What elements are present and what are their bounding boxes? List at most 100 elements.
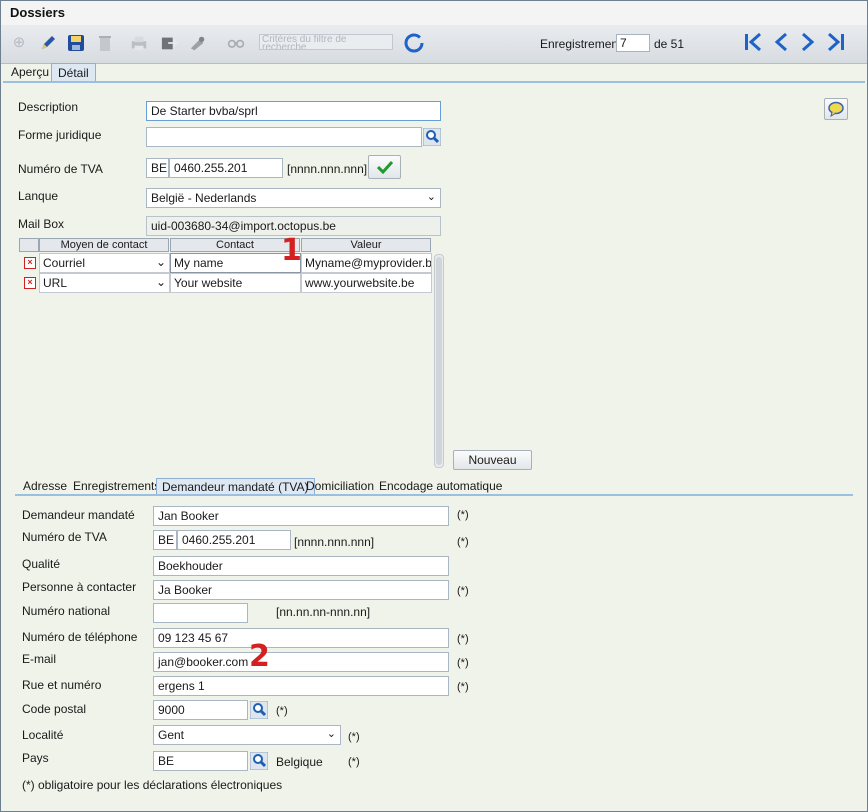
delete-icon[interactable] bbox=[96, 34, 114, 52]
required-mark: (*) bbox=[457, 633, 469, 645]
pays-label: Pays bbox=[22, 751, 49, 765]
required-mark: (*) bbox=[457, 509, 469, 521]
print-icon[interactable] bbox=[130, 34, 148, 52]
tab-encodage-automatique[interactable]: Encodage automatique bbox=[374, 478, 507, 494]
pays-input[interactable]: BE bbox=[153, 751, 248, 771]
cp-input[interactable]: 9000 bbox=[153, 700, 248, 720]
grid-header-moyen[interactable]: Moyen de contact bbox=[39, 238, 169, 252]
required-mark: (*) bbox=[348, 731, 360, 743]
chevron-down-icon: ⌄ bbox=[426, 191, 436, 203]
localite-value: Gent bbox=[158, 728, 185, 742]
save-icon[interactable] bbox=[67, 34, 85, 52]
annotation-two: 2 bbox=[249, 639, 270, 674]
next-record-icon[interactable] bbox=[798, 31, 818, 58]
search-icon[interactable] bbox=[249, 751, 269, 771]
grid-cell-value[interactable]: www.yourwebsite.be bbox=[301, 273, 432, 293]
mandate-tva-label: Numéro de TVA bbox=[22, 530, 107, 544]
last-record-icon[interactable] bbox=[825, 31, 849, 58]
grid-cell-value[interactable]: Myname@myprovider.be bbox=[301, 253, 432, 273]
required-mark: (*) bbox=[276, 705, 288, 717]
langue-label: Lanque bbox=[18, 189, 59, 203]
edit-pencil-icon[interactable] bbox=[39, 34, 57, 52]
mandate-tva-number-input[interactable]: 0460.255.201 bbox=[177, 530, 291, 550]
chevron-down-icon: ⌄ bbox=[155, 255, 166, 269]
rue-label: Rue et numéro bbox=[22, 678, 102, 692]
scrollbar-thumb[interactable] bbox=[436, 257, 442, 465]
nouveau-button[interactable]: Nouveau bbox=[453, 450, 532, 470]
tab-detail[interactable]: Détail bbox=[51, 63, 96, 81]
tel-input[interactable]: 09 123 45 67 bbox=[153, 628, 449, 648]
tab-demandeur-mandate[interactable]: Demandeur mandaté (TVA) bbox=[156, 478, 315, 494]
chevron-down-icon: ⌄ bbox=[155, 275, 166, 289]
required-mark: (*) bbox=[457, 681, 469, 693]
national-input[interactable] bbox=[153, 603, 248, 623]
export-icon[interactable] bbox=[161, 34, 179, 52]
required-mark: (*) bbox=[348, 756, 360, 768]
required-mark: (*) bbox=[457, 585, 469, 597]
checkmark-icon bbox=[376, 160, 393, 175]
chevron-down-icon: ⌄ bbox=[326, 728, 336, 740]
description-label: Description bbox=[18, 100, 79, 114]
chat-button[interactable] bbox=[824, 98, 848, 120]
record-label: Enregistrement bbox=[540, 37, 622, 51]
grid-cell-type[interactable]: Courriel ⌄ bbox=[39, 253, 170, 273]
search-icon[interactable] bbox=[422, 127, 442, 147]
tab-adresse[interactable]: Adresse bbox=[18, 478, 72, 494]
tab-domiciliation[interactable]: Domiciliation bbox=[301, 478, 379, 494]
tva-number-input[interactable]: 0460.255.201 bbox=[169, 158, 283, 178]
personne-input[interactable]: Ja Booker bbox=[153, 580, 449, 600]
qualite-label: Qualité bbox=[22, 557, 61, 571]
tva-label: Numéro de TVA bbox=[18, 162, 103, 176]
annotation-one: 1 bbox=[281, 233, 302, 268]
tab-enregistrements[interactable]: Enregistrements bbox=[68, 478, 165, 494]
national-format-hint: [nn.nn.nn-nnn.nn] bbox=[276, 605, 371, 619]
mandate-tva-format-hint: [nnnn.nnn.nnn] bbox=[294, 535, 375, 549]
forme-input[interactable] bbox=[146, 127, 422, 147]
subtab-separator bbox=[15, 494, 853, 496]
refresh-icon[interactable] bbox=[403, 32, 425, 54]
forme-label: Forme juridique bbox=[18, 128, 102, 142]
validate-tva-button[interactable] bbox=[368, 155, 401, 179]
tab-apercu[interactable]: Aperçu bbox=[5, 63, 55, 81]
demandeur-input[interactable]: Jan Booker bbox=[153, 506, 449, 526]
record-number-input[interactable]: 7 bbox=[616, 34, 650, 52]
grid-scrollbar[interactable] bbox=[434, 254, 444, 468]
mailbox-label: Mail Box bbox=[18, 217, 65, 231]
required-mark: (*) bbox=[457, 536, 469, 548]
tva-country-input[interactable]: BE bbox=[146, 158, 169, 178]
contact-type-value: URL bbox=[43, 276, 68, 290]
pays-name: Belgique bbox=[276, 755, 323, 769]
tools-icon[interactable] bbox=[189, 34, 207, 52]
cp-label: Code postal bbox=[22, 702, 87, 716]
localite-label: Localité bbox=[22, 728, 64, 742]
window-title: Dossiers bbox=[10, 5, 65, 20]
description-input[interactable]: De Starter bvba/sprl bbox=[146, 101, 441, 121]
view-tabs: Aperçu Détail bbox=[1, 63, 867, 81]
delete-row-icon[interactable]: × bbox=[24, 277, 36, 289]
record-count: de 51 bbox=[654, 37, 685, 51]
toolbar: ⊕ Critères du filtre de recherche Enregi… bbox=[1, 25, 867, 64]
filter-search-input[interactable]: Critères du filtre de recherche bbox=[259, 34, 393, 50]
mandate-tva-country-input[interactable]: BE bbox=[153, 530, 177, 550]
tel-label: Numéro de téléphone bbox=[22, 630, 138, 644]
grid-header-corner bbox=[19, 238, 39, 252]
rue-input[interactable]: ergens 1 bbox=[153, 676, 449, 696]
first-record-icon[interactable] bbox=[742, 31, 764, 58]
langue-value: België - Nederlands bbox=[151, 191, 257, 205]
localite-select[interactable]: Gent ⌄ bbox=[153, 725, 341, 745]
delete-row-icon[interactable]: × bbox=[24, 257, 36, 269]
add-icon[interactable]: ⊕ bbox=[10, 34, 28, 52]
email-input[interactable]: jan@booker.com bbox=[153, 652, 449, 672]
grid-header-valeur[interactable]: Valeur bbox=[301, 238, 431, 252]
binoculars-icon[interactable] bbox=[227, 34, 245, 52]
tva-format-hint: [nnnn.nnn.nnn] bbox=[287, 162, 368, 176]
langue-select[interactable]: België - Nederlands ⌄ bbox=[146, 188, 441, 208]
previous-record-icon[interactable] bbox=[771, 31, 791, 58]
qualite-input[interactable]: Boekhouder bbox=[153, 556, 449, 576]
personne-label: Personne à contacter bbox=[22, 580, 137, 594]
contact-type-value: Courriel bbox=[43, 256, 86, 270]
grid-cell-contact[interactable]: Your website bbox=[170, 273, 301, 293]
search-icon[interactable] bbox=[249, 700, 269, 720]
demandeur-label: Demandeur mandaté bbox=[22, 508, 135, 522]
grid-cell-type[interactable]: URL ⌄ bbox=[39, 273, 170, 293]
